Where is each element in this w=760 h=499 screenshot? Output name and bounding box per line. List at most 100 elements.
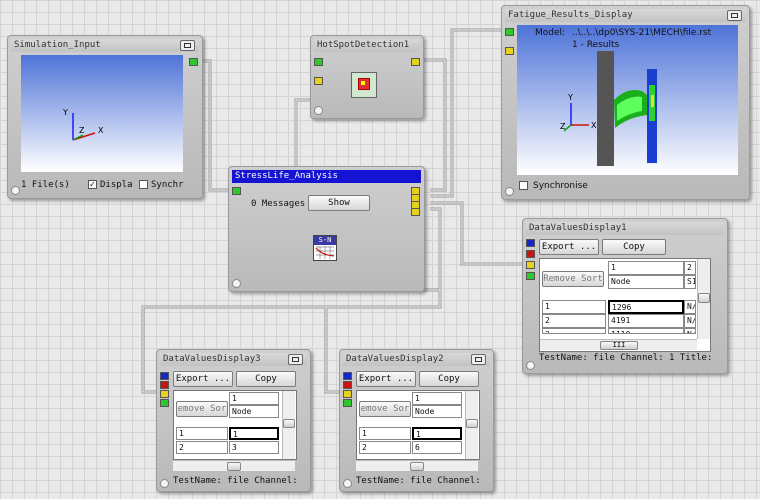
remove-sort-button[interactable]: emove Sor xyxy=(176,401,228,417)
stresslife-analysis-window[interactable]: StressLife_Analysis 0 Messages Show S-N xyxy=(228,166,425,292)
vertical-scrollbar[interactable] xyxy=(282,391,295,459)
horizontal-scrollbar[interactable] xyxy=(356,460,478,471)
input-port-yellow[interactable] xyxy=(343,390,352,398)
minimize-button[interactable] xyxy=(471,354,486,365)
horizontal-scrollbar[interactable]: III xyxy=(540,339,697,350)
export-button[interactable]: Export ... xyxy=(356,371,416,387)
simulation-input-titlebar[interactable]: Simulation_Input xyxy=(11,39,199,52)
horizontal-scrollbar[interactable] xyxy=(173,460,295,471)
scroll-thumb[interactable]: III xyxy=(600,341,638,350)
resize-handle[interactable] xyxy=(343,479,352,488)
minimize-button[interactable] xyxy=(180,40,195,51)
row-extra[interactable]: N/ xyxy=(684,300,696,314)
hotspot-icon[interactable] xyxy=(351,72,377,98)
input-port-blue[interactable] xyxy=(526,239,535,247)
row-extra[interactable]: N/ xyxy=(684,314,696,328)
copy-button[interactable]: Copy xyxy=(236,371,296,387)
vertical-scrollbar[interactable] xyxy=(465,391,478,459)
data-grid[interactable]: emove Sor 1 Node 1 1 2 3 xyxy=(173,390,297,460)
row-value[interactable]: 1 xyxy=(412,427,462,440)
resize-handle[interactable] xyxy=(526,361,535,370)
copy-button[interactable]: Copy xyxy=(602,239,666,255)
display-checkbox[interactable]: ✓ xyxy=(88,180,97,189)
fatigue-titlebar[interactable]: Fatigue_Results_Display xyxy=(505,9,746,22)
dv1-titlebar[interactable]: DataValuesDisplay1 xyxy=(526,222,724,235)
sn-grid-icon xyxy=(315,246,335,259)
remove-sort-button[interactable]: emove Sor xyxy=(359,401,411,417)
output-port-yellow[interactable] xyxy=(411,58,420,66)
input-port-blue[interactable] xyxy=(160,372,169,380)
row-value[interactable]: 1 xyxy=(229,427,279,440)
row-value[interactable]: 6 xyxy=(412,441,462,454)
input-port-yellow[interactable] xyxy=(526,261,535,269)
scroll-thumb[interactable] xyxy=(283,419,295,428)
input-port-red[interactable] xyxy=(160,381,169,389)
row-index[interactable]: 3 xyxy=(542,328,606,334)
input-port-yellow[interactable] xyxy=(505,47,514,55)
row-value[interactable]: 4191 xyxy=(608,314,684,328)
minimize-button[interactable] xyxy=(288,354,303,365)
input-port-blue[interactable] xyxy=(343,372,352,380)
data-values-display3-window[interactable]: DataValuesDisplay3 Export ... Copy emove… xyxy=(156,349,311,492)
simulation-input-viewport[interactable]: Y Z X xyxy=(21,55,183,172)
input-port-green[interactable] xyxy=(160,399,169,407)
scroll-thumb[interactable] xyxy=(466,419,478,428)
simulation-input-window[interactable]: Simulation_Input Y Z X 1 File(s) ✓ Displ… xyxy=(7,35,203,199)
header-col2-number: 2 xyxy=(684,261,696,275)
hotspot-titlebar[interactable]: HotSpotDetection1 xyxy=(314,39,420,52)
row-index[interactable]: 1 xyxy=(359,427,411,440)
dv2-titlebar[interactable]: DataValuesDisplay2 xyxy=(343,353,490,366)
row-value[interactable]: 1296 xyxy=(608,300,684,314)
fatigue-results-window[interactable]: Fatigue_Results_Display Model: ..\..\..\… xyxy=(501,5,750,200)
copy-button[interactable]: Copy xyxy=(419,371,479,387)
header-number: 1 xyxy=(229,392,279,405)
row-index[interactable]: 1 xyxy=(542,300,606,314)
synchronise-checkbox[interactable] xyxy=(519,181,528,190)
input-port-green[interactable] xyxy=(343,399,352,407)
input-port-green[interactable] xyxy=(232,187,241,195)
resize-handle[interactable] xyxy=(232,279,241,288)
dv3-titlebar[interactable]: DataValuesDisplay3 xyxy=(160,353,307,366)
data-grid[interactable]: Remove Sort 1 Node 2 S1 1 1296 N/ 2 4191… xyxy=(539,258,711,352)
export-button[interactable]: Export ... xyxy=(173,371,233,387)
scroll-thumb[interactable] xyxy=(698,293,710,303)
input-port-red[interactable] xyxy=(343,381,352,389)
scroll-thumb[interactable] xyxy=(410,462,424,471)
axis-triad-icon: Y Z X xyxy=(62,108,104,141)
row-index[interactable]: 2 xyxy=(176,441,228,454)
row-value[interactable]: 1110 xyxy=(608,328,684,334)
stresslife-titlebar[interactable]: StressLife_Analysis xyxy=(232,170,421,183)
input-port-yellow[interactable] xyxy=(160,390,169,398)
row-index[interactable]: 1 xyxy=(176,427,228,440)
output-port-yellow-4[interactable] xyxy=(411,208,420,216)
export-button[interactable]: Export ... xyxy=(539,239,599,255)
data-grid[interactable]: emove Sor 1 Node 1 1 2 6 xyxy=(356,390,480,460)
input-port-red[interactable] xyxy=(526,250,535,258)
input-port-green[interactable] xyxy=(526,272,535,280)
minimize-button[interactable] xyxy=(727,10,742,21)
resize-handle[interactable] xyxy=(505,187,514,196)
row-extra[interactable]: N/ xyxy=(684,328,696,334)
row-index[interactable]: 2 xyxy=(359,441,411,454)
input-port-green[interactable] xyxy=(314,58,323,66)
row-value[interactable]: 3 xyxy=(229,441,279,454)
hotspot-detection-window[interactable]: HotSpotDetection1 xyxy=(310,35,424,119)
input-port-yellow[interactable] xyxy=(314,77,323,85)
axis-x-label: X xyxy=(591,121,597,130)
synchronise-checkbox[interactable] xyxy=(139,180,148,189)
scroll-thumb[interactable] xyxy=(227,462,241,471)
data-values-display2-window[interactable]: DataValuesDisplay2 Export ... Copy emove… xyxy=(339,349,494,492)
remove-sort-button[interactable]: Remove Sort xyxy=(542,271,604,287)
resize-handle[interactable] xyxy=(160,479,169,488)
output-port-green[interactable] xyxy=(189,58,198,66)
input-port-green[interactable] xyxy=(505,28,514,36)
vertical-scrollbar[interactable] xyxy=(697,259,710,339)
sn-curve-icon[interactable]: S-N xyxy=(313,235,337,261)
show-messages-button[interactable]: Show xyxy=(308,195,370,211)
synchronise-checkbox-label: Synchr xyxy=(151,180,184,190)
resize-handle[interactable] xyxy=(314,106,323,115)
row-index[interactable]: 2 xyxy=(542,314,606,328)
fatigue-viewport[interactable]: Model: ..\..\..\dp0\SYS-21\MECH\file.rst… xyxy=(517,25,738,175)
resize-handle[interactable] xyxy=(11,186,20,195)
data-values-display1-window[interactable]: DataValuesDisplay1 Export ... Copy Remov… xyxy=(522,218,728,374)
